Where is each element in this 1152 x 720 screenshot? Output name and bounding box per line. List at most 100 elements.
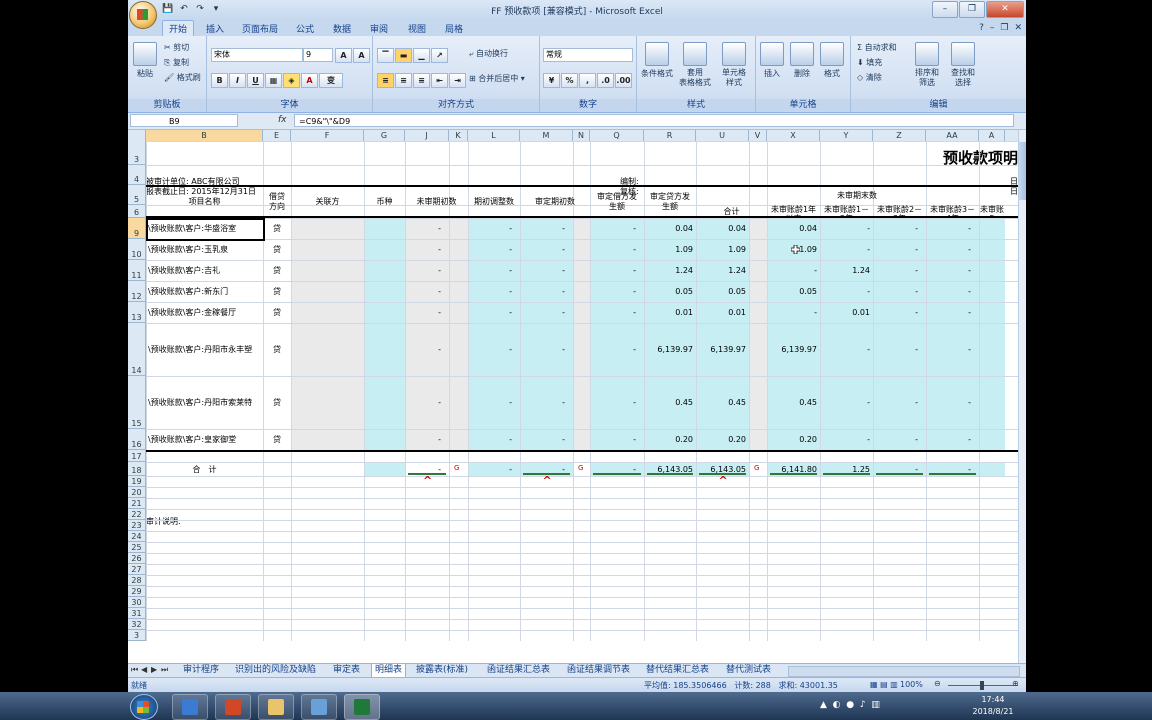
age-1-cell[interactable]: 0.05 bbox=[767, 281, 817, 302]
column-header[interactable]: AA bbox=[926, 130, 979, 141]
start-button[interactable] bbox=[130, 694, 158, 720]
row-header[interactable]: 13 bbox=[128, 302, 146, 323]
page-break-view-icon[interactable]: ▥ bbox=[890, 680, 898, 689]
network-tray-icon[interactable]: ▥ bbox=[871, 700, 880, 710]
total-cell[interactable]: 1.09 bbox=[696, 239, 746, 260]
audited-debit-cell[interactable]: - bbox=[590, 376, 636, 429]
age-2-cell[interactable]: - bbox=[820, 239, 870, 260]
align-top-button[interactable]: ▔ bbox=[377, 48, 394, 63]
taskbar-network[interactable] bbox=[301, 694, 337, 720]
audited-open-cell[interactable]: - bbox=[520, 239, 565, 260]
sheet-tab-detail[interactable]: 明细表 bbox=[371, 664, 407, 678]
formula-input[interactable]: =C9&"\"&D9 bbox=[294, 114, 1014, 127]
age-3-cell[interactable]: - bbox=[873, 302, 918, 323]
comma-button[interactable]: , bbox=[579, 73, 596, 88]
align-middle-button[interactable]: ▬ bbox=[395, 48, 412, 63]
total-cell[interactable]: 0.20 bbox=[696, 429, 746, 450]
age-4-cell[interactable]: - bbox=[926, 218, 971, 239]
tab-data[interactable]: 数据 bbox=[333, 22, 351, 35]
copy-button[interactable]: ⎘ 复制 bbox=[164, 57, 189, 68]
total-adjust-open[interactable]: - bbox=[468, 462, 512, 476]
header-item-name[interactable]: 项目名称 bbox=[146, 185, 263, 218]
row-header[interactable]: 20 bbox=[128, 487, 146, 498]
scroll-thumb[interactable] bbox=[1019, 142, 1026, 200]
autosum-button[interactable]: Σ 自动求和 bbox=[857, 42, 897, 53]
grow-font-button[interactable]: A bbox=[335, 48, 352, 63]
increase-indent-button[interactable]: ⇥ bbox=[449, 73, 466, 88]
column-header[interactable]: B bbox=[146, 130, 263, 141]
cell-styles-button[interactable]: 单元格 样式 bbox=[714, 42, 754, 88]
audited-open-cell[interactable]: - bbox=[520, 376, 565, 429]
item-name-cell[interactable]: \预收账款\客户:玉乳泉 bbox=[148, 239, 263, 260]
format-cells-button[interactable]: 格式 bbox=[812, 42, 852, 79]
format-painter-button[interactable]: 🖌 格式刷 bbox=[164, 72, 201, 83]
audited-credit-cell[interactable]: 0.20 bbox=[644, 429, 693, 450]
audited-open-cell[interactable]: - bbox=[520, 260, 565, 281]
adjust-open-cell[interactable]: - bbox=[468, 218, 512, 239]
row-header[interactable]: 5 bbox=[128, 185, 146, 205]
paste-button[interactable]: 粘贴 bbox=[130, 42, 160, 79]
age-1-cell[interactable]: 0.45 bbox=[767, 376, 817, 429]
row-header[interactable]: 25 bbox=[128, 542, 146, 553]
header-unaudited-close[interactable]: 未审期末数 bbox=[696, 185, 1018, 205]
find-select-button[interactable]: 查找和 选择 bbox=[943, 42, 983, 88]
number-format-select[interactable]: 常规 bbox=[543, 48, 633, 62]
age-3-cell[interactable]: - bbox=[873, 281, 918, 302]
direction-cell[interactable]: 贷 bbox=[263, 323, 291, 376]
age-4-cell[interactable]: - bbox=[926, 260, 971, 281]
select-all-corner[interactable] bbox=[128, 130, 146, 141]
doc-restore-button[interactable]: ❐ bbox=[1000, 23, 1008, 33]
row-header[interactable]: 29 bbox=[128, 586, 146, 597]
age-3-cell[interactable]: - bbox=[873, 376, 918, 429]
header-currency[interactable]: 币种 bbox=[364, 185, 405, 218]
office-button[interactable] bbox=[129, 1, 157, 29]
age-4-cell[interactable]: - bbox=[926, 429, 971, 450]
row-header[interactable]: 22 bbox=[128, 509, 146, 520]
header-unaudited-open[interactable]: 未审期初数 bbox=[405, 185, 468, 218]
audited-debit-cell[interactable]: - bbox=[590, 218, 636, 239]
phonetic-button[interactable]: 变 bbox=[319, 73, 343, 88]
age-4-cell[interactable]: - bbox=[926, 302, 971, 323]
align-center-button[interactable]: ≡ bbox=[395, 73, 412, 88]
direction-cell[interactable]: 贷 bbox=[263, 281, 291, 302]
currency-button[interactable]: ¥ bbox=[543, 73, 560, 88]
maximize-button[interactable]: ❐ bbox=[959, 1, 985, 18]
align-right-button[interactable]: ≡ bbox=[413, 73, 430, 88]
unaudited-open-cell[interactable]: - bbox=[405, 376, 441, 429]
row-header[interactable]: 9 bbox=[128, 218, 146, 239]
age-2-cell[interactable]: 0.01 bbox=[820, 302, 870, 323]
row-header[interactable]: 18 bbox=[128, 462, 146, 476]
taskbar-excel[interactable] bbox=[344, 694, 380, 720]
direction-cell[interactable]: 贷 bbox=[263, 376, 291, 429]
header-age-1[interactable]: 未审账龄1年 以内 bbox=[767, 205, 820, 218]
sheet-tab-audit-program[interactable]: 审计程序 bbox=[180, 664, 222, 677]
close-button[interactable]: ✕ bbox=[986, 1, 1024, 18]
header-direction[interactable]: 借贷 方向 bbox=[263, 185, 291, 218]
direction-cell[interactable]: 贷 bbox=[263, 302, 291, 323]
fill-color-button[interactable]: ◈ bbox=[283, 73, 300, 88]
zoom-level[interactable]: 100% bbox=[900, 680, 923, 689]
row-header[interactable]: 10 bbox=[128, 239, 146, 260]
audited-credit-cell[interactable]: 1.24 bbox=[644, 260, 693, 281]
item-name-cell[interactable]: \预收账款\客户:金稼餐厅 bbox=[148, 302, 263, 323]
tab-view[interactable]: 视图 bbox=[408, 22, 426, 35]
audited-credit-cell[interactable]: 0.01 bbox=[644, 302, 693, 323]
age-4-cell[interactable]: - bbox=[926, 281, 971, 302]
prev-sheet-button[interactable]: ◀ bbox=[141, 665, 147, 674]
header-audited-debit[interactable]: 审定借方发 生额 bbox=[590, 185, 644, 218]
bold-button[interactable]: B bbox=[211, 73, 228, 88]
adjust-open-cell[interactable]: - bbox=[468, 376, 512, 429]
merge-center-button[interactable]: ⊞ 合并后居中 ▾ bbox=[469, 73, 525, 84]
row-header[interactable]: 21 bbox=[128, 498, 146, 509]
align-left-button[interactable]: ≡ bbox=[377, 73, 394, 88]
header-related-party[interactable]: 关联方 bbox=[291, 185, 364, 218]
tray-icon-2[interactable]: ◐ bbox=[833, 700, 841, 710]
age-3-cell[interactable]: - bbox=[873, 429, 918, 450]
fill-button[interactable]: ⬇ 填充 bbox=[857, 57, 882, 68]
first-sheet-button[interactable]: ⏮ bbox=[131, 665, 138, 675]
total-cell[interactable]: 0.45 bbox=[696, 376, 746, 429]
zoom-slider-thumb[interactable] bbox=[980, 681, 984, 690]
column-header[interactable]: M bbox=[520, 130, 573, 141]
age-1-cell[interactable]: - bbox=[767, 260, 817, 281]
decrease-decimal-button[interactable]: .00 bbox=[615, 73, 632, 88]
